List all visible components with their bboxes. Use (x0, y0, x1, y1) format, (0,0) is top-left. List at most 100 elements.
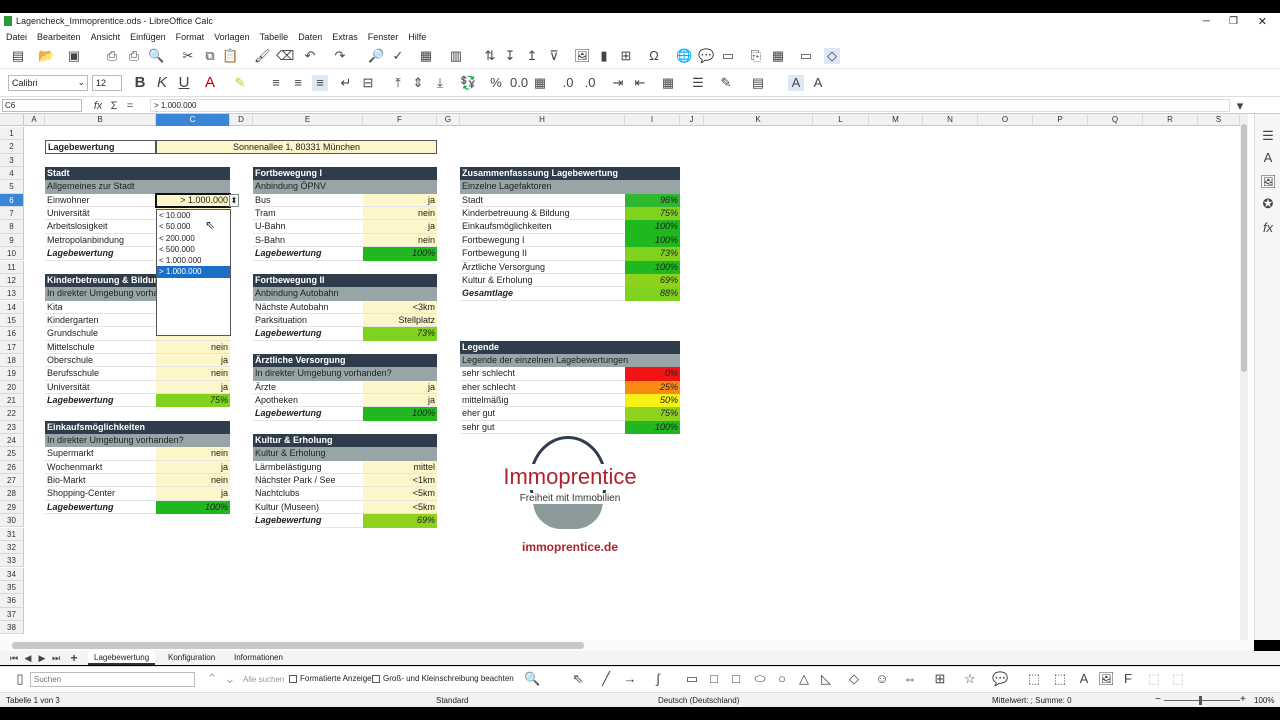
row-header[interactable]: 6 (0, 193, 24, 208)
gallery-icon[interactable]: 🖼 (1260, 174, 1277, 190)
row-header[interactable]: 35 (0, 580, 24, 595)
language[interactable]: Deutsch (Deutschland) (658, 696, 739, 705)
column-header[interactable]: D (230, 114, 253, 126)
rect-outline-icon[interactable]: □ (728, 671, 744, 687)
fontwork-text-icon[interactable]: F (1120, 671, 1136, 687)
total-label[interactable]: Lagebewertung (45, 500, 156, 515)
row-header[interactable]: 31 (0, 527, 24, 541)
row-header[interactable]: 24 (0, 434, 24, 448)
column-header[interactable]: F (363, 114, 437, 126)
last-sheet-icon[interactable]: ⏭ (48, 650, 64, 666)
zoom-slider-thumb[interactable] (1199, 696, 1202, 705)
block-header[interactable]: Stadt (45, 167, 230, 181)
total-score[interactable]: 100% (156, 500, 230, 515)
row-header[interactable]: 26 (0, 460, 24, 475)
menu-fenster[interactable]: Fenster (368, 32, 399, 42)
row-label[interactable]: Parksituation (253, 313, 363, 328)
row-label[interactable]: Fortbewegung II (460, 247, 625, 261)
font-size-box[interactable]: 12 (92, 75, 122, 91)
dropdown-option[interactable]: < 50.000 (157, 221, 230, 232)
menu-einfuegen[interactable]: Einfügen (130, 32, 166, 42)
input-cell[interactable]: ja (156, 460, 230, 475)
row-label[interactable]: Berufsschule (45, 367, 156, 381)
row-header[interactable]: 9 (0, 233, 24, 248)
total-score[interactable]: 100% (363, 247, 437, 261)
validity-dropdown[interactable]: < 10.000 < 50.000 < 200.000 < 500.000 < 1.00… (156, 209, 231, 336)
total-label[interactable]: Lagebewertung (253, 247, 363, 261)
score-cell[interactable]: 69% (625, 273, 680, 288)
font-color-icon[interactable]: A (202, 75, 218, 91)
pivot-table-icon[interactable]: ⊞ (618, 48, 634, 64)
row-label[interactable]: eher schlecht (460, 380, 625, 395)
scrollbar-thumb[interactable] (1241, 124, 1247, 372)
row-header[interactable]: 12 (0, 273, 24, 288)
column-header[interactable]: L (813, 114, 869, 126)
select-all-corner[interactable] (0, 114, 24, 126)
row-label[interactable]: S-Bahn (253, 233, 363, 248)
input-cell[interactable]: ja (363, 193, 437, 208)
row-label[interactable]: Tram (253, 207, 363, 221)
horizontal-scrollbar[interactable] (0, 640, 1254, 651)
chart-icon[interactable]: ▮ (596, 48, 612, 64)
address-cell[interactable]: Sonnenallee 1, 80331 München (156, 140, 437, 154)
zoom-level[interactable]: 100% (1254, 696, 1274, 705)
block-subheader[interactable]: Legende der einzelnen Lagebewertungen (460, 353, 680, 368)
column-header[interactable]: N (923, 114, 978, 126)
row-label[interactable]: Einkaufsmöglichkeiten (460, 220, 625, 234)
number-format-icon[interactable]: 0.0 (510, 75, 528, 91)
block-subheader[interactable]: Anbindung ÖPNV (253, 180, 437, 194)
input-cell[interactable]: <1km (363, 474, 437, 488)
block-header[interactable]: Kultur & Erholung (253, 434, 437, 448)
sum-icon[interactable]: Σ (106, 98, 122, 114)
dropdown-option[interactable]: < 500.000 (157, 244, 230, 255)
menu-extras[interactable]: Extras (332, 32, 358, 42)
row-header[interactable]: 25 (0, 447, 24, 461)
row-header[interactable]: 1 (0, 127, 24, 141)
column-header[interactable]: B (45, 114, 156, 126)
row-label[interactable]: U-Bahn (253, 220, 363, 234)
row-label[interactable]: Shopping-Center (45, 487, 156, 501)
row-header[interactable]: 18 (0, 353, 24, 368)
row-label[interactable]: sehr schlecht (460, 367, 625, 381)
block-subheader[interactable]: Anbindung Autobahn (253, 287, 437, 301)
image-insert-icon[interactable]: 🖼 (1098, 671, 1115, 687)
row-header[interactable]: 4 (0, 167, 24, 181)
total-label[interactable]: Lagebewertung (253, 407, 363, 421)
input-cell[interactable]: <3km (363, 300, 437, 314)
block-header[interactable]: Legende (460, 340, 680, 354)
align-right-icon[interactable]: ≡ (312, 75, 328, 91)
column-header[interactable]: R (1143, 114, 1198, 126)
3d-icon[interactable]: ⬚ (1170, 671, 1186, 687)
total-label[interactable]: Lagebewertung (253, 514, 363, 528)
header-footer-icon[interactable]: ▭ (720, 48, 736, 64)
zoom-in-icon[interactable]: + (1240, 694, 1246, 705)
column-header[interactable]: S (1198, 114, 1240, 126)
row-header[interactable]: 11 (0, 260, 24, 274)
smiley-icon[interactable]: ☺ (874, 671, 890, 687)
row-header[interactable]: 10 (0, 247, 24, 261)
expand-formula-icon[interactable]: ▾ (1232, 98, 1248, 114)
row-label[interactable]: Universität (45, 207, 156, 221)
minimize-icon[interactable]: ─ (1203, 16, 1210, 27)
input-cell[interactable]: <5km (363, 487, 437, 501)
column-header[interactable]: E (253, 114, 363, 126)
row-label[interactable]: Nachtclubs (253, 487, 363, 501)
sort-ascending-icon[interactable]: ↧ (502, 48, 518, 64)
total-label[interactable]: Lagebewertung (45, 394, 156, 408)
row-label[interactable]: Arbeitslosigkeit (45, 220, 156, 234)
extrusion-icon[interactable]: ⬚ (1146, 671, 1162, 687)
row-header[interactable]: 28 (0, 487, 24, 501)
row-header[interactable]: 36 (0, 594, 24, 608)
score-cell[interactable]: 75% (625, 407, 680, 421)
row-header[interactable]: 15 (0, 313, 24, 328)
input-cell[interactable]: nein (156, 367, 230, 381)
merge-cells-icon[interactable]: ⊟ (360, 75, 376, 91)
paste-icon[interactable]: 📋 (222, 48, 238, 64)
score-cell[interactable]: 100% (625, 233, 680, 248)
find-next-icon[interactable]: ⌄ (222, 671, 238, 687)
triangle-icon[interactable]: △ (796, 671, 812, 687)
flowchart-icon[interactable]: ⊞ (932, 671, 948, 687)
find-replace-icon[interactable]: 🔎 (368, 48, 384, 64)
row-header[interactable]: 13 (0, 287, 24, 301)
column-header[interactable]: C (156, 114, 230, 126)
